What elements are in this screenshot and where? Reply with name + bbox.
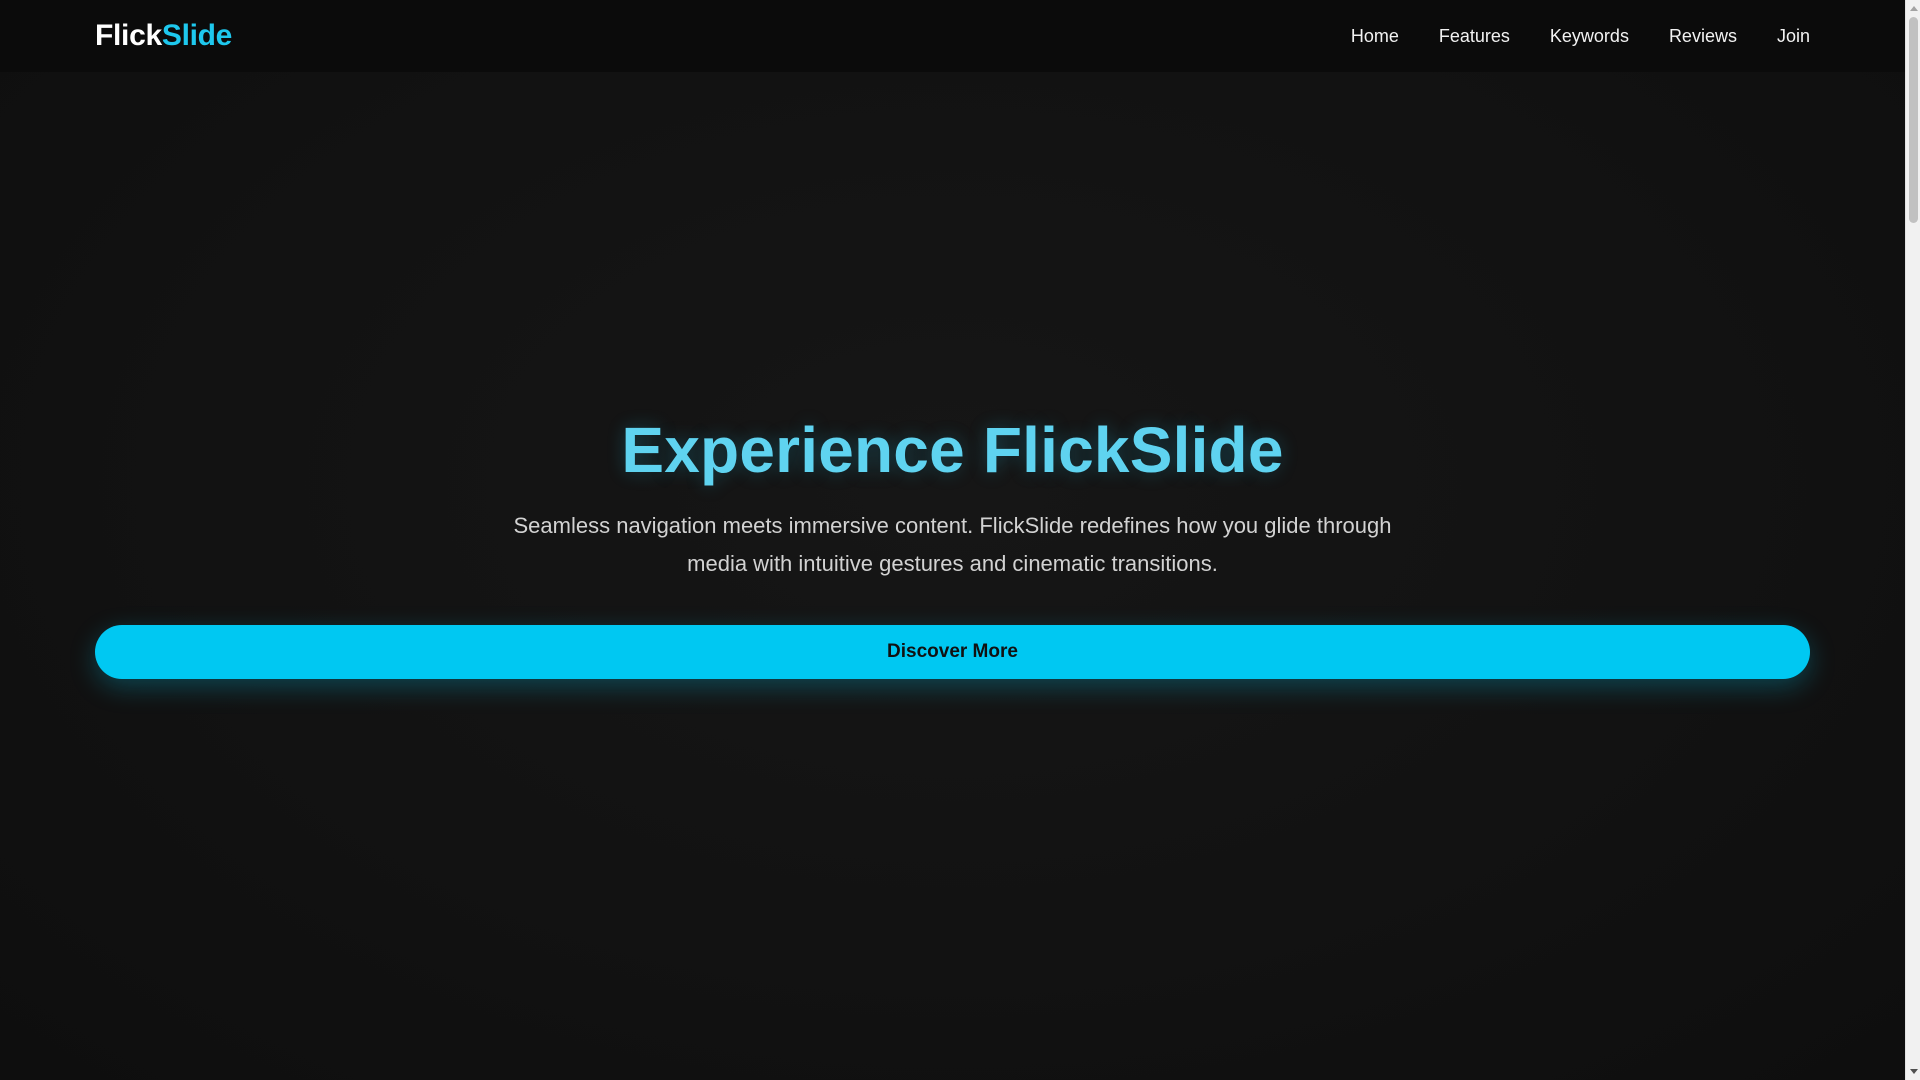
scrollbar-thumb[interactable] [1909, 17, 1918, 223]
scroll-up-arrow-icon[interactable] [1906, 0, 1920, 17]
logo-text-accent: Slide [161, 19, 233, 52]
nav-link-home[interactable]: Home [1351, 27, 1399, 45]
top-navigation-bar: FlickSlide Home Features Keywords Review… [0, 0, 1905, 72]
logo-text-primary: Flick [95, 19, 162, 52]
discover-more-button[interactable]: Discover More [95, 625, 1810, 680]
viewport: FlickSlide Home Features Keywords Review… [0, 0, 1905, 1080]
logo[interactable]: FlickSlide [95, 21, 232, 51]
main-nav: Home Features Keywords Reviews Join [1351, 27, 1810, 45]
hero-subtitle: Seamless navigation meets immersive cont… [513, 513, 1392, 577]
nav-link-join[interactable]: Join [1777, 27, 1810, 45]
scroll-down-arrow-icon[interactable] [1906, 1063, 1920, 1080]
nav-link-reviews[interactable]: Reviews [1669, 27, 1737, 45]
nav-link-keywords[interactable]: Keywords [1550, 27, 1629, 45]
vertical-scrollbar[interactable] [1905, 0, 1920, 1080]
nav-link-features[interactable]: Features [1439, 27, 1510, 45]
page: FlickSlide Home Features Keywords Review… [0, 0, 1920, 1080]
hero-title: Experience FlickSlide [621, 414, 1284, 486]
hero-section: Experience FlickSlide Seamless navigatio… [95, 414, 1810, 680]
